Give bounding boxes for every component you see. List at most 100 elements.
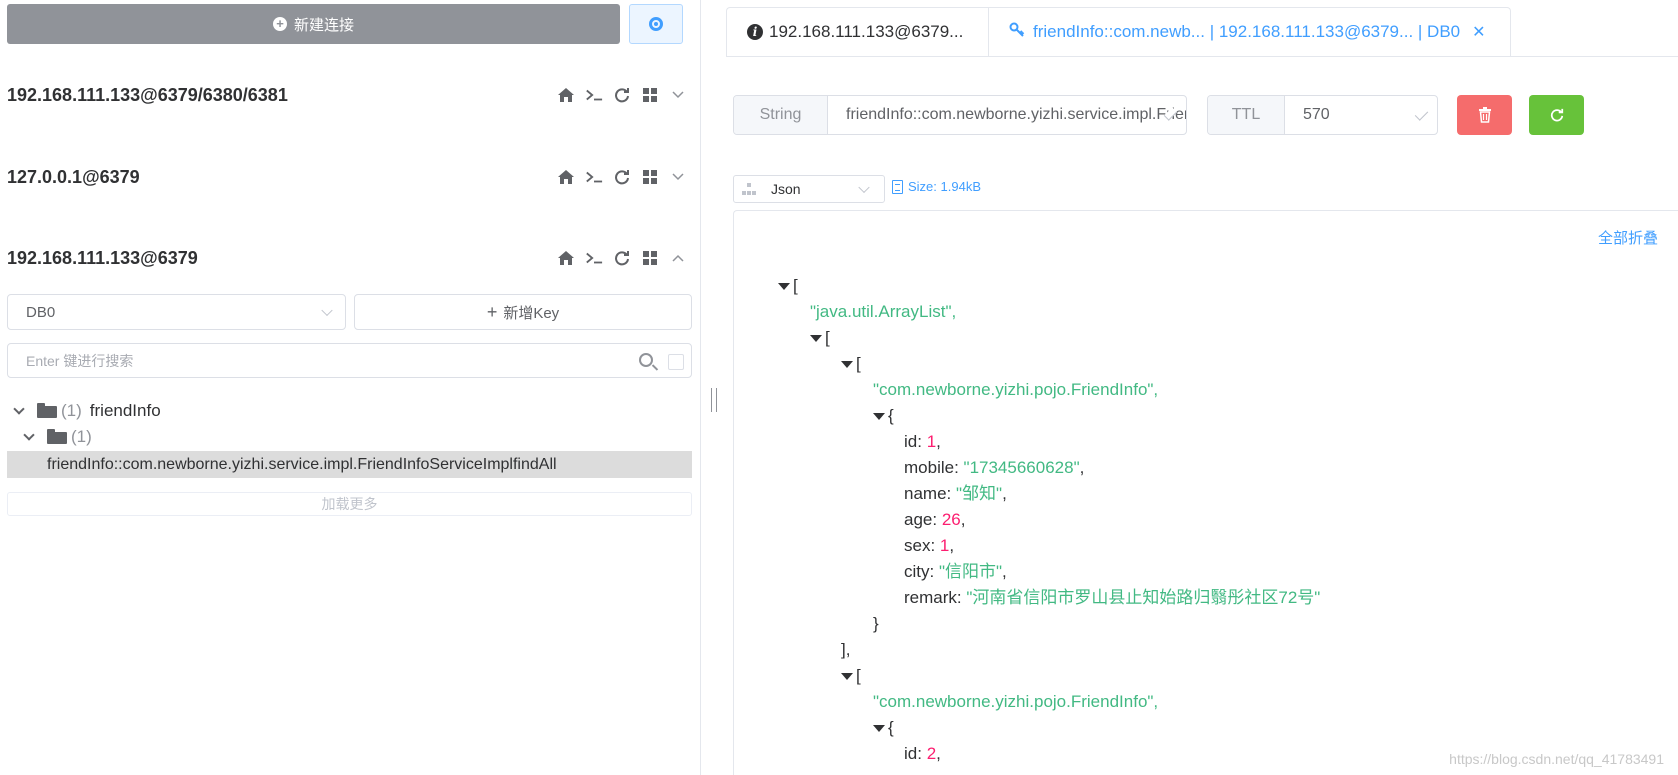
key-search-input[interactable]: Enter 键进行搜索 xyxy=(7,343,692,378)
resize-handle[interactable] xyxy=(711,388,717,412)
tree-key-label: friendInfo::com.newborne.yizhi.service.i… xyxy=(47,455,557,473)
plus-circle-icon: + xyxy=(272,17,287,31)
home-icon[interactable] xyxy=(557,168,575,186)
connection-row[interactable]: 127.0.0.1@6379 xyxy=(7,162,687,192)
search-icon[interactable] xyxy=(639,353,653,367)
chevron-down-icon xyxy=(321,304,333,317)
connection-name: 192.168.111.133@6379/6380/6381 xyxy=(7,84,288,105)
caret-down-icon xyxy=(13,402,25,415)
json-line[interactable]: [ xyxy=(778,273,798,299)
json-line: mobile: "17345660628", xyxy=(904,458,1085,477)
db-select[interactable]: DB0 xyxy=(7,294,346,330)
grid-icon[interactable] xyxy=(641,249,659,267)
chevron-down-icon xyxy=(858,181,870,194)
triangle-down-icon[interactable] xyxy=(841,361,853,369)
connection-name: 192.168.111.133@6379 xyxy=(7,247,198,268)
new-connection-label: 新建连接 xyxy=(293,16,354,34)
terminal-icon[interactable] xyxy=(585,86,603,104)
triangle-down-icon[interactable] xyxy=(873,413,885,421)
tree-folder-empty[interactable]: (1) xyxy=(7,423,692,450)
load-more-label: 加载更多 xyxy=(321,496,378,512)
tree-folder-friendinfo[interactable]: (1) friendInfo xyxy=(7,397,692,424)
json-line: name: "邹知", xyxy=(904,484,1007,503)
refresh-icon[interactable] xyxy=(613,168,631,186)
triangle-down-icon[interactable] xyxy=(778,283,790,291)
refresh-key-button[interactable] xyxy=(1529,95,1584,135)
redis-manager-app: + 新建连接 192.168.111.133@6379/6380/6381 12… xyxy=(0,0,1678,775)
json-line: "com.newborne.yizhi.pojo.FriendInfo", xyxy=(873,380,1159,399)
refresh-icon xyxy=(1550,108,1563,122)
tree-structure-icon xyxy=(742,183,756,195)
terminal-icon[interactable] xyxy=(585,168,603,186)
ttl-value: 570 xyxy=(1303,106,1330,123)
json-line[interactable]: [ xyxy=(841,351,861,377)
tab-label: 192.168.111.133@6379... xyxy=(769,22,964,41)
json-line[interactable]: { xyxy=(873,715,894,741)
check-icon[interactable] xyxy=(1414,107,1429,121)
folder-open-icon xyxy=(37,403,57,418)
tabs-underline xyxy=(726,56,1678,57)
collapse-all-button[interactable]: 全部折叠 xyxy=(1598,227,1658,248)
folder-open-icon xyxy=(47,429,67,444)
json-line[interactable]: [ xyxy=(810,325,830,351)
json-line: } xyxy=(873,614,879,633)
folder-count: (1) xyxy=(71,426,92,446)
grid-icon[interactable] xyxy=(641,86,659,104)
tab-connection-info[interactable]: i 192.168.111.133@6379... xyxy=(726,7,988,57)
tab-label: friendInfo::com.newb... | 192.168.111.13… xyxy=(1033,22,1461,41)
db-select-value: DB0 xyxy=(26,303,56,321)
tab-key-detail[interactable]: friendInfo::com.newb... | 192.168.111.13… xyxy=(988,7,1511,57)
watermark: https://blog.csdn.net/qq_41783491 xyxy=(1449,751,1664,767)
folder-count: (1) xyxy=(61,400,82,420)
triangle-down-icon[interactable] xyxy=(841,673,853,681)
refresh-icon[interactable] xyxy=(613,86,631,104)
json-line: id: 1, xyxy=(904,432,941,451)
add-key-label: 新增Key xyxy=(503,304,560,322)
key-name-group: String friendInfo::com.newborne.yizhi.se… xyxy=(733,95,1187,135)
delete-key-button[interactable] xyxy=(1457,95,1512,135)
load-more-button[interactable]: 加载更多 xyxy=(7,492,692,516)
tree-key-item[interactable]: friendInfo::com.newborne.yizhi.service.i… xyxy=(7,451,692,478)
size-info: Size: 1.94kB xyxy=(892,179,981,194)
json-viewer: 全部折叠 [ "java.util.ArrayList", [ [ "com.n… xyxy=(733,210,1678,775)
key-name-input[interactable]: friendInfo::com.newborne.yizhi.service.i… xyxy=(828,96,1186,134)
json-line[interactable]: [ xyxy=(841,663,861,689)
panel-divider xyxy=(700,0,701,775)
connection-row[interactable]: 192.168.111.133@6379 xyxy=(7,243,687,273)
json-line: ], xyxy=(841,640,851,659)
format-value: Json xyxy=(771,181,801,197)
info-icon: i xyxy=(747,24,763,40)
json-line: age: 26, xyxy=(904,510,966,529)
home-icon[interactable] xyxy=(557,249,575,267)
settings-button[interactable] xyxy=(629,4,683,44)
terminal-icon[interactable] xyxy=(585,249,603,267)
format-select[interactable]: Json xyxy=(733,175,885,203)
chevron-down-icon[interactable] xyxy=(669,168,687,186)
exact-match-checkbox[interactable] xyxy=(668,354,684,370)
gear-icon xyxy=(649,17,663,31)
refresh-icon[interactable] xyxy=(613,249,631,267)
key-type-label: String xyxy=(734,96,828,134)
connection-name: 127.0.0.1@6379 xyxy=(7,166,140,187)
key-icon xyxy=(1009,22,1025,43)
size-label: Size: 1.94kB xyxy=(908,179,981,194)
folder-label: friendInfo xyxy=(89,400,161,420)
triangle-down-icon[interactable] xyxy=(873,725,885,733)
key-name-value: friendInfo::com.newborne.yizhi.service.i… xyxy=(846,106,1186,123)
connection-row[interactable]: 192.168.111.133@6379/6380/6381 xyxy=(7,80,687,110)
grid-icon[interactable] xyxy=(641,168,659,186)
chevron-down-icon[interactable] xyxy=(669,86,687,104)
add-key-button[interactable]: + 新增Key xyxy=(354,294,692,330)
home-icon[interactable] xyxy=(557,86,575,104)
close-icon[interactable]: ✕ xyxy=(1472,22,1485,42)
new-connection-button[interactable]: + 新建连接 xyxy=(7,4,620,44)
chevron-up-icon[interactable] xyxy=(669,249,687,267)
json-line: "java.util.ArrayList", xyxy=(810,302,957,321)
ttl-group: TTL 570 xyxy=(1207,95,1438,135)
ttl-input[interactable]: 570 xyxy=(1285,96,1437,134)
json-line: city: "信阳市", xyxy=(904,562,1007,581)
json-line[interactable]: { xyxy=(873,403,894,429)
triangle-down-icon[interactable] xyxy=(810,335,822,343)
document-icon xyxy=(892,179,903,194)
tab-bar: i 192.168.111.133@6379... friendInfo::co… xyxy=(726,7,1511,57)
